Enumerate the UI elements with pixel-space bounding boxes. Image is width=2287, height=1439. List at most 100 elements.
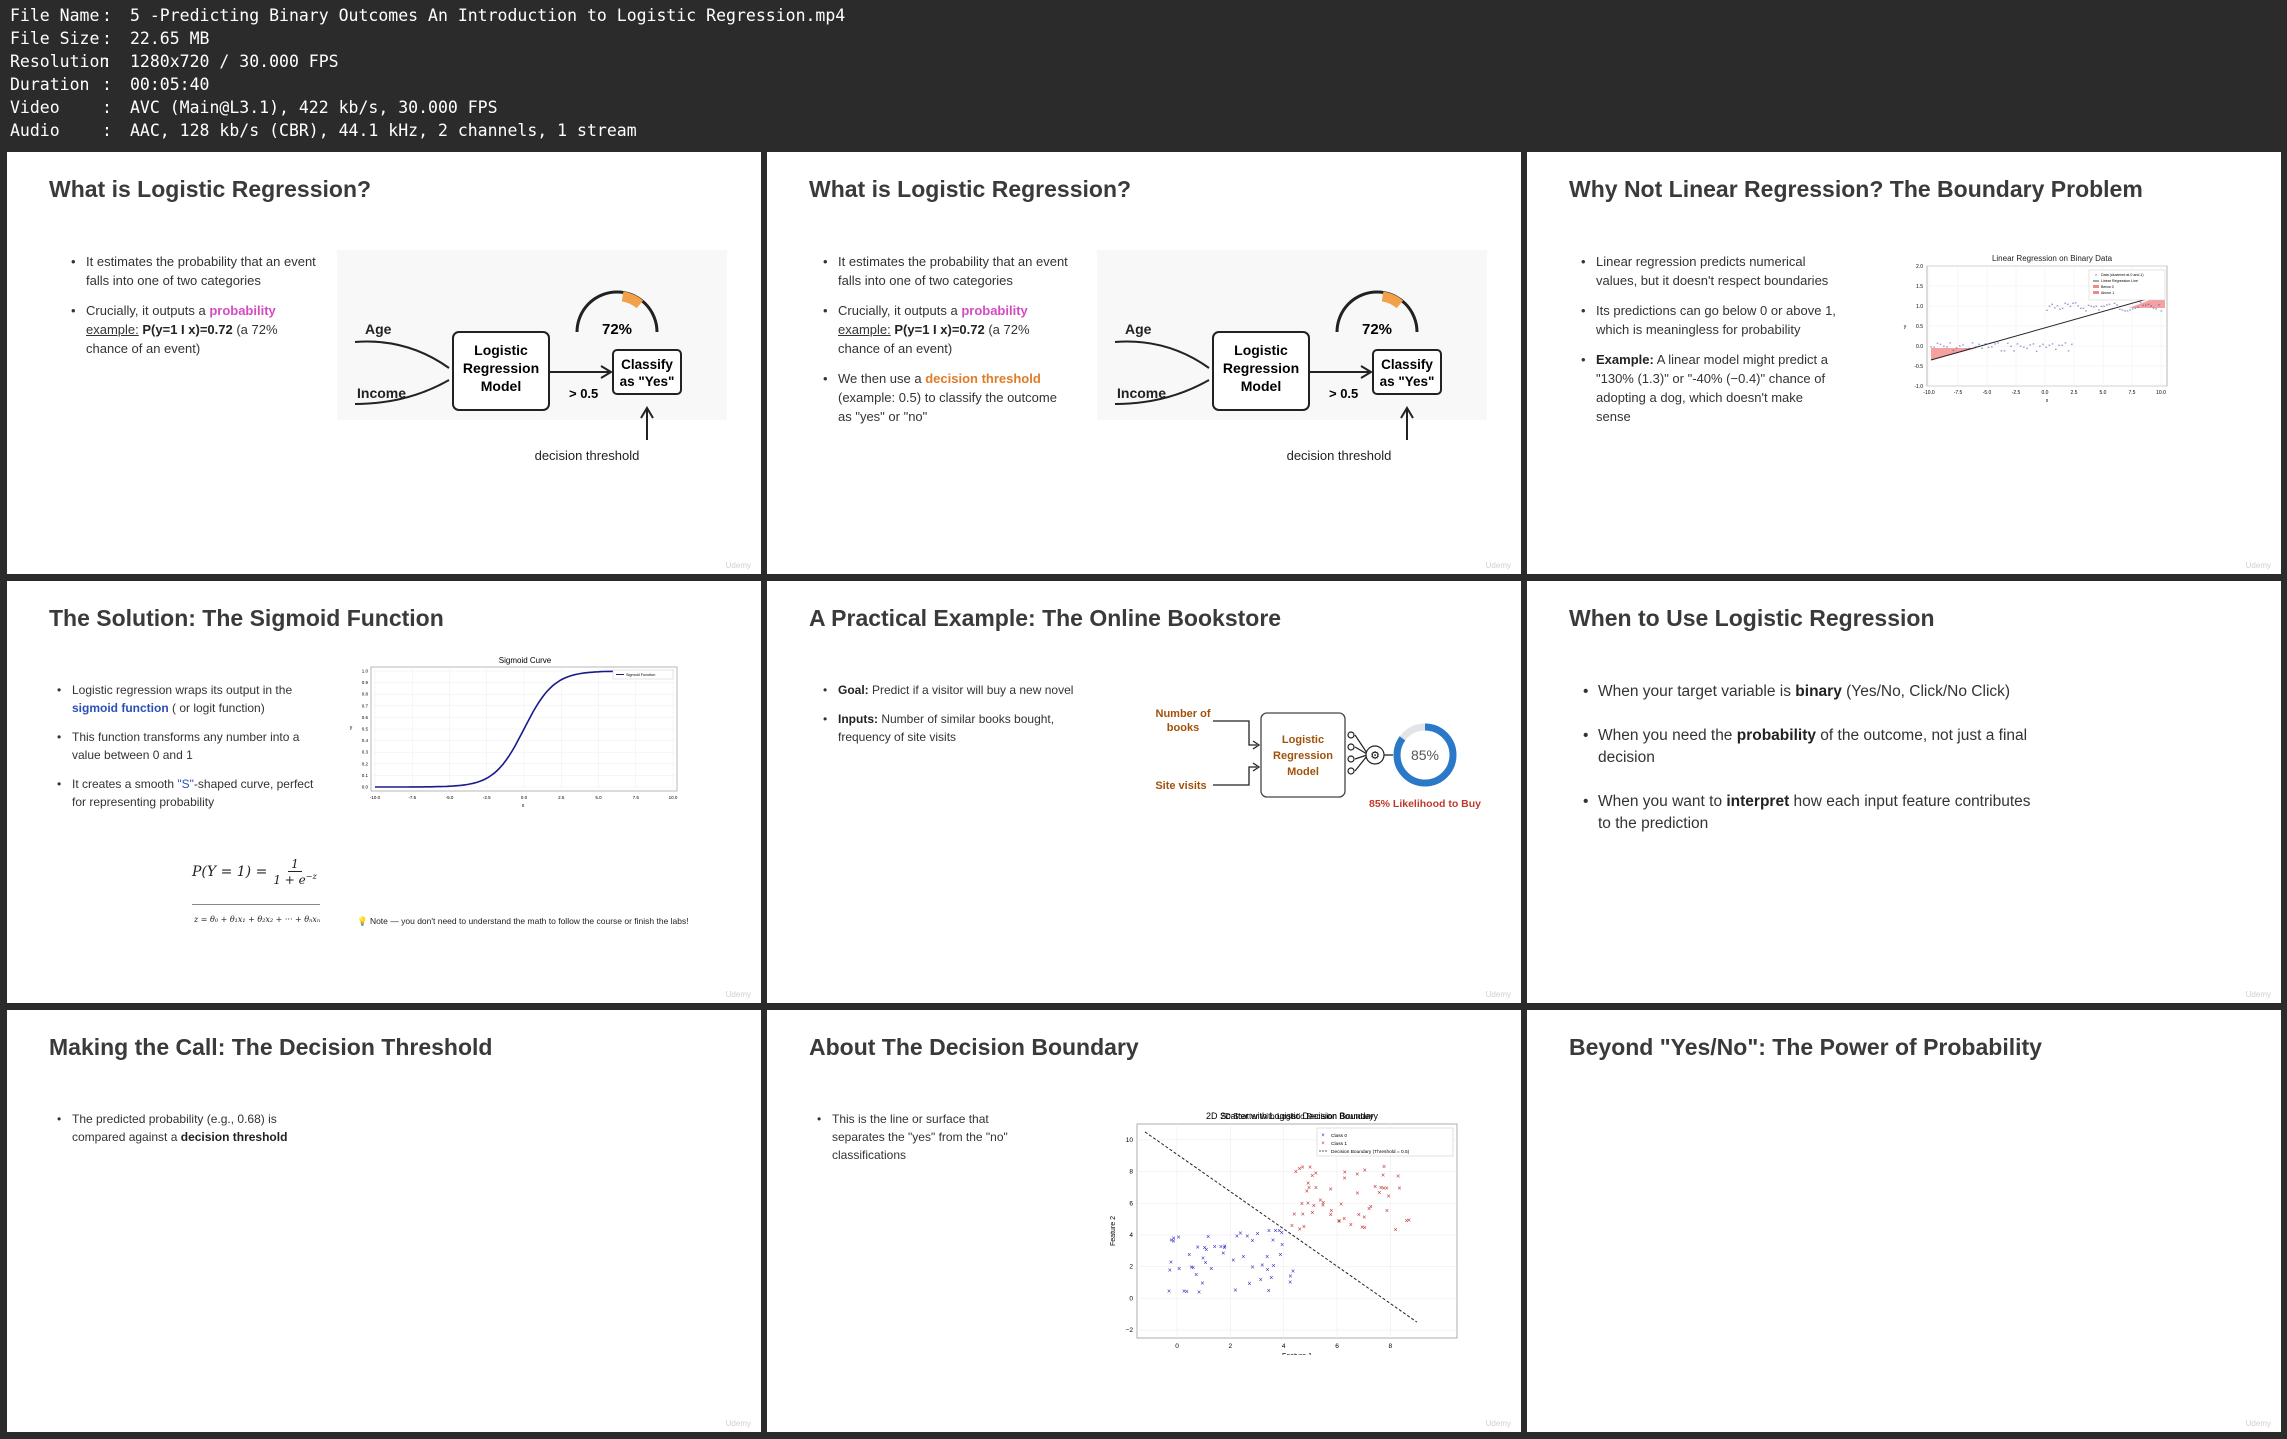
y-tick-label: 1.5 xyxy=(1916,284,1923,290)
x-tick-label: 2 xyxy=(1229,1343,1233,1350)
threshold-label: > 0.5 xyxy=(1329,386,1358,401)
bullet-text: Crucially, it outputs a xyxy=(838,303,962,318)
x-tick-label: -10.0 xyxy=(1923,390,1935,396)
y-tick-label: 2 xyxy=(1129,1264,1133,1271)
data-point: × xyxy=(1209,1266,1213,1273)
y-tick-label: 0 xyxy=(1129,1295,1133,1302)
bullet-text: ( or logit function) xyxy=(168,701,265,715)
legend-entry: Above 1 xyxy=(2101,291,2114,295)
highlight-text: binary xyxy=(1795,683,1842,700)
bullet: When your target variable is binary (Yes… xyxy=(1583,681,2043,703)
media-info-key: File Name xyxy=(10,6,100,25)
x-tick-label: 0 xyxy=(1175,1343,1179,1350)
bullet-text: This function transforms any number into… xyxy=(72,730,300,762)
data-point: × xyxy=(1196,1245,1200,1252)
data-point: × xyxy=(1278,1252,1282,1259)
input-label-books: Number of xyxy=(1156,708,1211,720)
data-point: × xyxy=(1222,1245,1226,1252)
x-tick-label: 10.0 xyxy=(2156,390,2166,396)
legend-marker: × xyxy=(2095,273,2097,277)
neuron-input-dot xyxy=(1347,767,1355,775)
model-label: Regression xyxy=(1223,360,1299,376)
data-point: × xyxy=(1259,1277,1263,1284)
bullet: When you want to interpret how each inpu… xyxy=(1583,791,2043,835)
slide-thumbnail[interactable]: What is Logistic Regression? It estimate… xyxy=(767,152,1521,574)
slide-bullets: Goal: Predict if a visitor will buy a ne… xyxy=(823,681,1093,757)
media-info-value: AVC (Main@L3.1), 422 kb/s, 30.000 FPS xyxy=(130,98,498,117)
data-point: × xyxy=(1349,1222,1353,1229)
media-info-value: 5 -Predicting Binary Outcomes An Introdu… xyxy=(130,6,846,25)
data-point: × xyxy=(1177,1235,1181,1242)
chart-legend: × Class 0 × Class 1 Decision Boundary (Thres… xyxy=(1316,1127,1454,1157)
y-tick-label: -0.5 xyxy=(1914,364,1923,370)
linear-regression-chart: Linear Regression on Binary Data 2.0 1.5… xyxy=(1904,254,2168,404)
formula-exponent: −z xyxy=(305,872,317,881)
data-point: × xyxy=(1310,1210,1314,1217)
bullet: It estimates the probability that an eve… xyxy=(823,252,1073,290)
slide-bullets: It estimates the probability that an eve… xyxy=(823,252,1073,437)
data-point: × xyxy=(1342,1216,1346,1223)
data-point: × xyxy=(1204,1260,1208,1267)
data-point: × xyxy=(1167,1289,1171,1296)
slide-bullets: When your target variable is binary (Yes… xyxy=(1583,681,2043,846)
watermark: Udemy xyxy=(725,990,751,999)
y-tick-label: 0.0 xyxy=(1916,344,1923,350)
slide-thumbnail[interactable]: Why Not Linear Regression? The Boundary … xyxy=(1527,152,2281,574)
x-tick-labels: -10.0 -7.5 -5.0 -2.5 0.0 2.5 5.0 7.5 10.0 xyxy=(370,795,678,800)
formula-fraction: 1 1 + e−z xyxy=(273,857,316,887)
slide-thumbnail[interactable]: What is Logistic Regression? It estimate… xyxy=(7,152,761,574)
bullet-text: Logistic regression wraps its output in … xyxy=(72,683,293,697)
y-tick-label: 0.4 xyxy=(362,738,369,743)
watermark: Udemy xyxy=(2245,561,2271,570)
data-point: × xyxy=(1245,1233,1249,1240)
legend-entry: Linear Regression Line xyxy=(2101,279,2138,283)
data-point: × xyxy=(1177,1266,1181,1273)
data-point: × xyxy=(1298,1226,1302,1233)
classify-label: Classify xyxy=(621,357,673,372)
slide-thumbnail[interactable]: Beyond "Yes/No": The Power of Probabilit… xyxy=(1527,1010,2281,1432)
data-point: × xyxy=(1369,1204,1373,1211)
data-point: × xyxy=(1213,1244,1217,1251)
data-point: × xyxy=(1288,1279,1292,1286)
data-point: × xyxy=(1314,1170,1318,1177)
slide-thumbnail[interactable]: The Solution: The Sigmoid Function Logis… xyxy=(7,581,761,1003)
slide-title: About The Decision Boundary xyxy=(809,1034,1139,1060)
data-point: × xyxy=(1404,1218,1408,1225)
y-tick-label: 4 xyxy=(1129,1232,1133,1239)
bullet-text: When your target variable is xyxy=(1598,683,1796,700)
slide-thumbnail[interactable]: A Practical Example: The Online Bookstor… xyxy=(767,581,1521,1003)
data-point: × xyxy=(1382,1164,1386,1171)
formula-denominator-base: 1 + e xyxy=(273,873,306,887)
formula-text: P(y=1 I x)=0.72 xyxy=(142,322,233,337)
x-tick-label: 0.0 xyxy=(2042,390,2049,396)
formula-divider xyxy=(192,904,320,905)
y-tick-label: 6 xyxy=(1129,1200,1133,1207)
y-tick-label: 2.0 xyxy=(1916,264,1923,270)
model-label: Logistic xyxy=(474,342,528,358)
bullet: This is the line or surface that separat… xyxy=(817,1110,1037,1164)
bullet: Its predictions can go below 0 or above … xyxy=(1581,301,1841,339)
slide-title: When to Use Logistic Regression xyxy=(1569,605,1935,631)
y-tick-label: 8 xyxy=(1129,1169,1133,1176)
data-point: × xyxy=(1307,1185,1311,1192)
neuron-connections xyxy=(1354,734,1368,772)
x-tick-label: 2.5 xyxy=(2071,390,2078,396)
media-info-key: Resolution xyxy=(10,52,110,71)
model-label: Regression xyxy=(463,360,539,376)
bullet: When you need the probability of the out… xyxy=(1583,725,2043,769)
y-tick-label: 0.2 xyxy=(362,761,369,766)
chart-title: 2D Scatter with Logistic Decision Bounda… xyxy=(1221,1112,1374,1121)
bullet-text: When you need the xyxy=(1598,727,1737,744)
bullet-text: Crucially, it outputs a xyxy=(86,303,210,318)
bullet-text: We then use a xyxy=(838,371,926,386)
x-tick-label: -5.0 xyxy=(1983,390,1992,396)
data-point: × xyxy=(1272,1263,1276,1270)
bullet: Example: A linear model might predict a … xyxy=(1581,350,1841,426)
slide-thumbnail[interactable]: About The Decision Boundary This is the … xyxy=(767,1010,1521,1432)
legend-entry: Class 0 xyxy=(1331,1133,1347,1139)
slide-thumbnail[interactable]: Making the Call: The Decision Threshold … xyxy=(7,1010,761,1432)
bullet-text: It estimates the probability that an eve… xyxy=(86,254,316,288)
data-point: × xyxy=(1168,1268,1172,1275)
data-point: × xyxy=(1200,1281,1204,1288)
slide-thumbnail[interactable]: When to Use Logistic Regression When you… xyxy=(1527,581,2281,1003)
